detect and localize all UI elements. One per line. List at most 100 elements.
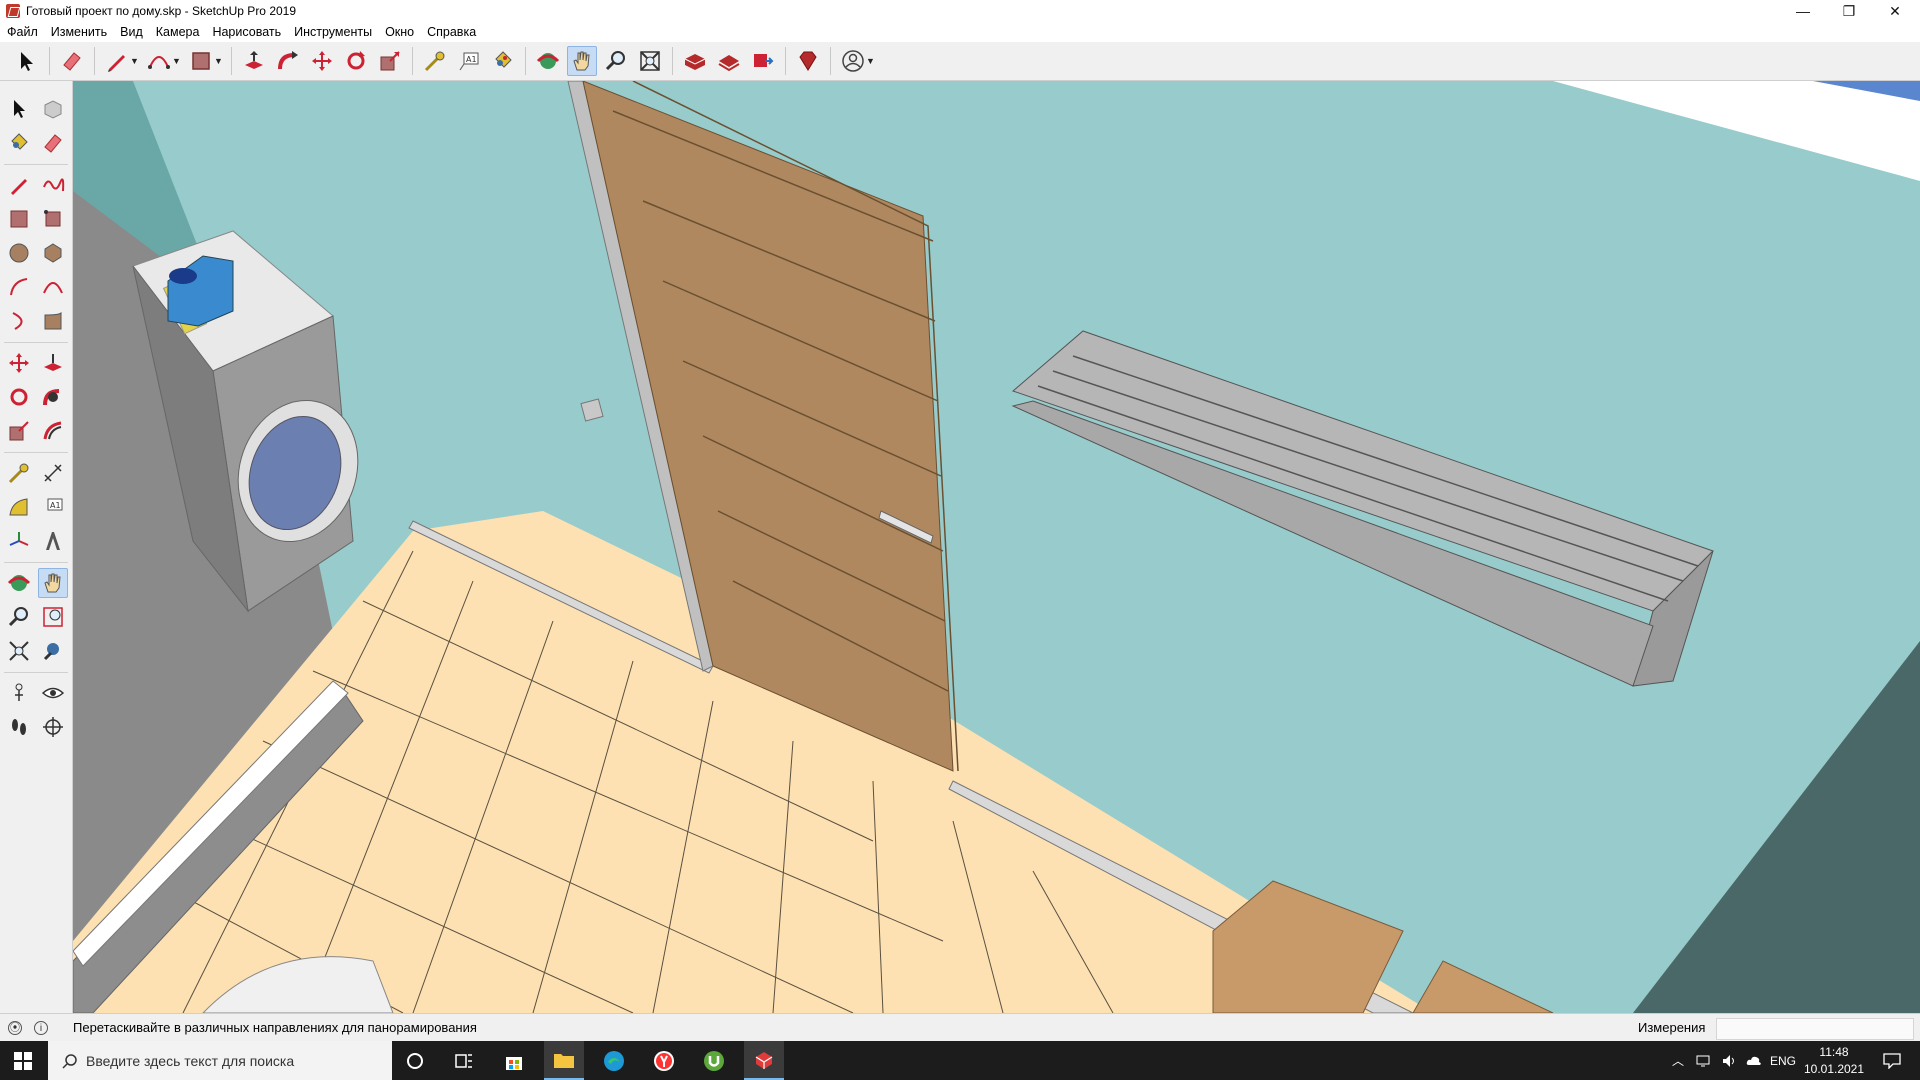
account-dropdown-icon[interactable]: ▼ — [866, 56, 876, 66]
geolocation-icon[interactable]: ⦿ — [8, 1021, 22, 1035]
task-view-button[interactable] — [444, 1041, 484, 1080]
line-tool-button[interactable] — [102, 46, 132, 76]
arc-tool-button[interactable] — [144, 46, 174, 76]
lt-polygon-button[interactable] — [38, 238, 68, 268]
minimize-button[interactable]: — — [1780, 0, 1826, 22]
menu-draw[interactable]: Нарисовать — [205, 25, 287, 39]
lt-pie-button[interactable] — [38, 306, 68, 336]
lt-dimension-button[interactable] — [38, 458, 68, 488]
instructor-icon[interactable]: i — [34, 1021, 48, 1035]
axes-icon — [9, 532, 29, 546]
lt-3point-arc-button[interactable] — [4, 306, 34, 336]
lt-circle-button[interactable] — [4, 238, 34, 268]
pan-tool-button[interactable] — [567, 46, 597, 76]
lt-eraser-button[interactable] — [38, 128, 68, 158]
volume-icon[interactable] — [1722, 1054, 1738, 1068]
rotate-tool-button[interactable] — [341, 46, 371, 76]
lt-protractor-button[interactable] — [4, 492, 34, 522]
menu-tools[interactable]: Инструменты — [287, 25, 378, 39]
lt-rectangle-button[interactable] — [4, 204, 34, 234]
menu-view[interactable]: Вид — [113, 25, 149, 39]
clock[interactable]: 11:48 10.01.2021 — [1800, 1044, 1868, 1078]
lt-freehand-button[interactable] — [38, 170, 68, 200]
file-explorer-button[interactable] — [544, 1041, 584, 1080]
lt-axes-button[interactable] — [4, 526, 34, 556]
zoom-extents-tool-button[interactable] — [635, 46, 665, 76]
move-tool-button[interactable] — [307, 46, 337, 76]
taskbar-search[interactable]: Введите здесь текст для поиска — [48, 1041, 392, 1080]
extension-manager-button[interactable] — [793, 46, 823, 76]
extension-warehouse-button[interactable] — [714, 46, 744, 76]
lt-2point-arc-button[interactable] — [38, 272, 68, 302]
text-tool-button[interactable]: A1 — [454, 46, 484, 76]
menu-camera[interactable]: Камера — [149, 25, 206, 39]
paint-bucket-tool-button[interactable] — [488, 46, 518, 76]
restore-button[interactable]: ❐ — [1826, 0, 1872, 22]
lt-scale-button[interactable] — [4, 416, 34, 446]
arc-dropdown-icon[interactable]: ▼ — [172, 56, 182, 66]
lt-zoom-extents-button[interactable] — [4, 636, 34, 666]
lt-orbit-button[interactable] — [4, 568, 34, 598]
lt-select-button[interactable] — [4, 94, 34, 124]
lt-rotated-rectangle-button[interactable] — [38, 204, 68, 234]
rectangle-dropdown-icon[interactable]: ▼ — [214, 56, 224, 66]
line-dropdown-icon[interactable]: ▼ — [130, 56, 140, 66]
lt-pan-button[interactable] — [38, 568, 68, 598]
send-to-layout-icon — [754, 54, 774, 67]
lt-look-around-button[interactable] — [38, 678, 68, 708]
3d-warehouse-button[interactable] — [680, 46, 710, 76]
layout-button[interactable] — [748, 46, 778, 76]
lt-follow-me-button[interactable] — [38, 382, 68, 412]
select-tool-button[interactable] — [12, 46, 42, 76]
utorrent-button[interactable] — [694, 1041, 734, 1080]
rectangle-tool-button[interactable] — [186, 46, 216, 76]
menu-help[interactable]: Справка — [420, 25, 482, 39]
menu-edit[interactable]: Изменить — [44, 25, 113, 39]
search-placeholder: Введите здесь текст для поиска — [86, 1052, 295, 1069]
lt-rotate-button[interactable] — [4, 382, 34, 412]
cortana-button[interactable] — [395, 1041, 435, 1080]
menu-window[interactable]: Окно — [378, 25, 420, 39]
push-pull-tool-button[interactable] — [239, 46, 269, 76]
model-viewport[interactable] — [73, 81, 1920, 1013]
measurements-input[interactable] — [1716, 1018, 1914, 1040]
lt-zoom-button[interactable] — [4, 602, 34, 632]
lt-position-camera-button[interactable] — [4, 678, 34, 708]
edge-button[interactable] — [594, 1041, 634, 1080]
lt-3d-text-button[interactable] — [38, 526, 68, 556]
lt-arc-button[interactable] — [4, 272, 34, 302]
eraser-tool-button[interactable] — [57, 46, 87, 76]
lt-move-button[interactable] — [4, 348, 34, 378]
follow-me-tool-button[interactable] — [273, 46, 303, 76]
pan-hand-icon — [44, 573, 61, 593]
three-d-text-icon — [46, 532, 60, 550]
lt-walk-button[interactable] — [4, 712, 34, 742]
notifications-button[interactable] — [1872, 1041, 1912, 1080]
lt-previous-view-button[interactable] — [38, 636, 68, 666]
account-button[interactable] — [838, 46, 868, 76]
sketchup-taskbar-button[interactable] — [744, 1041, 784, 1080]
lt-push-pull-button[interactable] — [38, 348, 68, 378]
zoom-tool-button[interactable] — [601, 46, 631, 76]
scale-tool-button[interactable] — [375, 46, 405, 76]
lt-offset-button[interactable] — [38, 416, 68, 446]
lt-make-component-button[interactable] — [38, 94, 68, 124]
lt-section-plane-button[interactable] — [38, 712, 68, 742]
yandex-button[interactable] — [644, 1041, 684, 1080]
store-button[interactable] — [494, 1041, 534, 1080]
lt-text-button[interactable]: A1 — [38, 492, 68, 522]
menu-file[interactable]: Файл — [0, 25, 44, 39]
lt-line-button[interactable] — [4, 170, 34, 200]
start-button[interactable] — [0, 1041, 46, 1080]
network-icon[interactable] — [1696, 1054, 1714, 1068]
lt-zoom-window-button[interactable] — [38, 602, 68, 632]
tape-measure-tool-button[interactable] — [420, 46, 450, 76]
close-button[interactable]: ✕ — [1872, 0, 1918, 22]
language-indicator[interactable]: ENG — [1770, 1054, 1796, 1068]
weather-cloud-icon[interactable] — [1746, 1054, 1762, 1068]
lt-tape-measure-button[interactable] — [4, 458, 34, 488]
lt-paint-bucket-button[interactable] — [4, 128, 34, 158]
tray-overflow-icon[interactable]: ︿ — [1672, 1052, 1684, 1069]
menu-bar: Файл Изменить Вид Камера Нарисовать Инст… — [0, 22, 1920, 42]
orbit-tool-button[interactable] — [533, 46, 563, 76]
